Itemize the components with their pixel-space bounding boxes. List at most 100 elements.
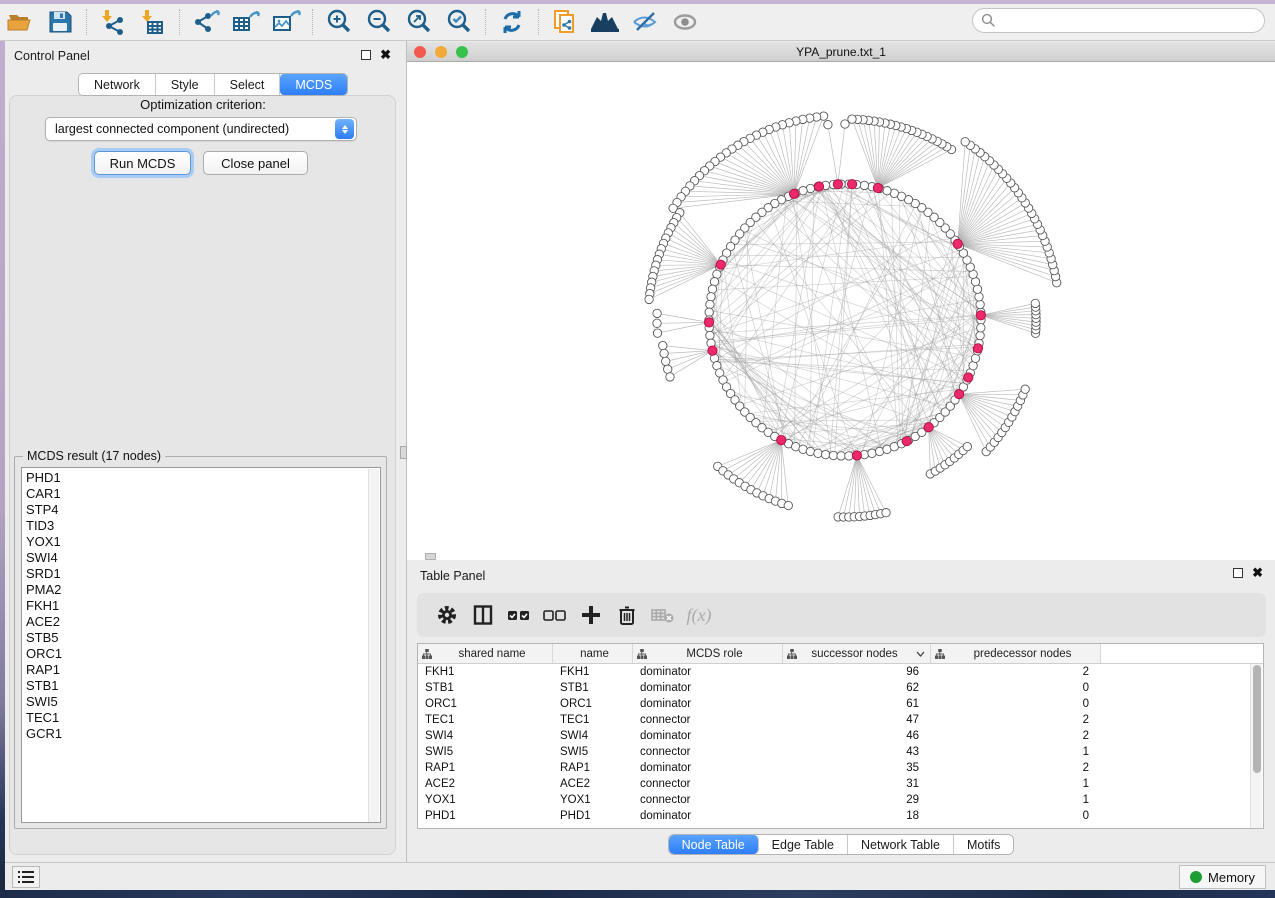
tab-network-table[interactable]: Network Table [848, 835, 954, 854]
cell-predecessor-nodes[interactable]: 0 [931, 698, 1101, 710]
cell-shared-name[interactable]: ORC1 [418, 698, 553, 710]
table-row[interactable]: FKH1FKH1dominator962 [418, 664, 1263, 680]
network-node[interactable] [645, 295, 653, 303]
export-table-icon[interactable] [229, 7, 263, 37]
mcds-node[interactable] [902, 437, 911, 446]
cell-MCDS-role[interactable]: dominator [633, 810, 783, 822]
cell-MCDS-role[interactable]: connector [633, 794, 783, 806]
mcds-result-item[interactable]: FKH1 [26, 598, 380, 614]
cell-MCDS-role[interactable]: dominator [633, 762, 783, 774]
close-panel-icon[interactable]: ✖ [1252, 568, 1263, 578]
mcds-node[interactable] [973, 344, 982, 353]
table-row[interactable]: STB1STB1dominator620 [418, 680, 1263, 696]
cell-MCDS-role[interactable]: connector [633, 778, 783, 790]
cell-MCDS-role[interactable]: dominator [633, 730, 783, 742]
cell-predecessor-nodes[interactable]: 0 [931, 682, 1101, 694]
network-node[interactable] [848, 115, 856, 123]
task-history-button[interactable] [12, 866, 40, 888]
mcds-node[interactable] [708, 346, 717, 355]
network-node[interactable] [882, 509, 890, 517]
mcds-result-item[interactable]: PMA2 [26, 582, 380, 598]
mcds-node[interactable] [777, 436, 786, 445]
zoom-selected-icon[interactable] [442, 7, 476, 37]
search-input[interactable] [1001, 14, 1264, 28]
table-row[interactable]: ACE2ACE2connector311 [418, 776, 1263, 792]
network-node[interactable] [660, 349, 668, 357]
cell-successor-nodes[interactable]: 96 [783, 666, 931, 678]
network-node[interactable] [659, 341, 667, 349]
cell-predecessor-nodes[interactable]: 1 [931, 794, 1101, 806]
cell-MCDS-role[interactable]: connector [633, 714, 783, 726]
network-node[interactable] [821, 450, 829, 458]
column-header-name[interactable]: name [553, 644, 633, 663]
cell-predecessor-nodes[interactable]: 1 [931, 778, 1101, 790]
float-panel-icon[interactable] [361, 50, 371, 60]
export-image-icon[interactable] [269, 7, 303, 37]
network-node[interactable] [868, 449, 876, 457]
memory-button[interactable]: Memory [1179, 865, 1266, 889]
cell-name[interactable]: ORC1 [553, 698, 633, 710]
cell-successor-nodes[interactable]: 62 [783, 682, 931, 694]
column-header-predecessor-nodes[interactable]: predecessor nodes [931, 644, 1101, 663]
mcds-node[interactable] [924, 423, 933, 432]
network-node[interactable] [824, 121, 832, 129]
mcds-result-listbox[interactable]: PHD1CAR1STP4TID3YOX1SWI4SRD1PMA2FKH1ACE2… [21, 467, 381, 823]
cell-successor-nodes[interactable]: 46 [783, 730, 931, 742]
mcds-result-item[interactable]: SRD1 [26, 566, 380, 582]
network-window-titlebar[interactable]: YPA_prune.txt_1 [407, 42, 1275, 62]
cell-MCDS-role[interactable]: dominator [633, 666, 783, 678]
mcds-node[interactable] [955, 390, 964, 399]
mcds-result-item[interactable]: SWI4 [26, 550, 380, 566]
mcds-result-item[interactable]: STB5 [26, 630, 380, 646]
import-table-icon[interactable] [136, 7, 170, 37]
mcds-result-item[interactable]: CAR1 [26, 486, 380, 502]
network-node[interactable] [975, 293, 983, 301]
network-node[interactable] [705, 308, 713, 316]
tab-network[interactable]: Network [79, 74, 156, 95]
mcds-result-item[interactable]: STP4 [26, 502, 380, 518]
open-file-icon[interactable] [3, 7, 37, 37]
cell-shared-name[interactable]: PHD1 [418, 810, 553, 822]
cell-successor-nodes[interactable]: 43 [783, 746, 931, 758]
cell-shared-name[interactable]: SWI5 [418, 746, 553, 758]
column-header-MCDS-role[interactable]: MCDS role [633, 644, 783, 663]
mcds-list-scrollbar[interactable] [368, 469, 379, 823]
refresh-layout-icon[interactable] [495, 7, 529, 37]
mcds-result-item[interactable]: ACE2 [26, 614, 380, 630]
save-session-icon[interactable] [43, 7, 77, 37]
network-node[interactable] [664, 365, 672, 373]
mcds-result-item[interactable]: GCR1 [26, 726, 380, 742]
cell-predecessor-nodes[interactable]: 1 [931, 746, 1101, 758]
table-row[interactable]: TEC1TEC1connector472 [418, 712, 1263, 728]
search-field[interactable] [972, 8, 1265, 33]
import-network-icon[interactable] [96, 7, 130, 37]
show-columns-icon[interactable] [465, 600, 501, 630]
cell-successor-nodes[interactable]: 47 [783, 714, 931, 726]
first-neighbors-icon[interactable] [588, 7, 622, 37]
deselect-all-icon[interactable] [537, 600, 573, 630]
close-panel-icon[interactable]: ✖ [380, 50, 391, 60]
table-row[interactable]: YOX1YOX1connector291 [418, 792, 1263, 808]
cell-shared-name[interactable]: FKH1 [418, 666, 553, 678]
hide-selected-icon[interactable] [628, 7, 662, 37]
show-all-icon[interactable] [668, 7, 702, 37]
mcds-result-item[interactable]: STB1 [26, 678, 380, 694]
network-node[interactable] [814, 449, 822, 457]
cell-shared-name[interactable]: YOX1 [418, 794, 553, 806]
network-node[interactable] [666, 373, 674, 381]
cell-name[interactable]: SWI4 [553, 730, 633, 742]
network-node[interactable] [829, 451, 837, 459]
network-node[interactable] [653, 309, 661, 317]
mcds-node[interactable] [873, 183, 882, 192]
mcds-node[interactable] [814, 182, 823, 191]
network-node[interactable] [1031, 299, 1039, 307]
cell-predecessor-nodes[interactable]: 2 [931, 730, 1101, 742]
cell-name[interactable]: TEC1 [553, 714, 633, 726]
network-node[interactable] [784, 501, 792, 509]
mcds-result-item[interactable]: PHD1 [26, 470, 380, 486]
cell-shared-name[interactable]: ACE2 [418, 778, 553, 790]
cell-MCDS-role[interactable]: dominator [633, 698, 783, 710]
tab-select[interactable]: Select [215, 74, 281, 95]
table-row[interactable]: PHD1PHD1dominator180 [418, 808, 1263, 824]
zoom-fit-icon[interactable] [402, 7, 436, 37]
